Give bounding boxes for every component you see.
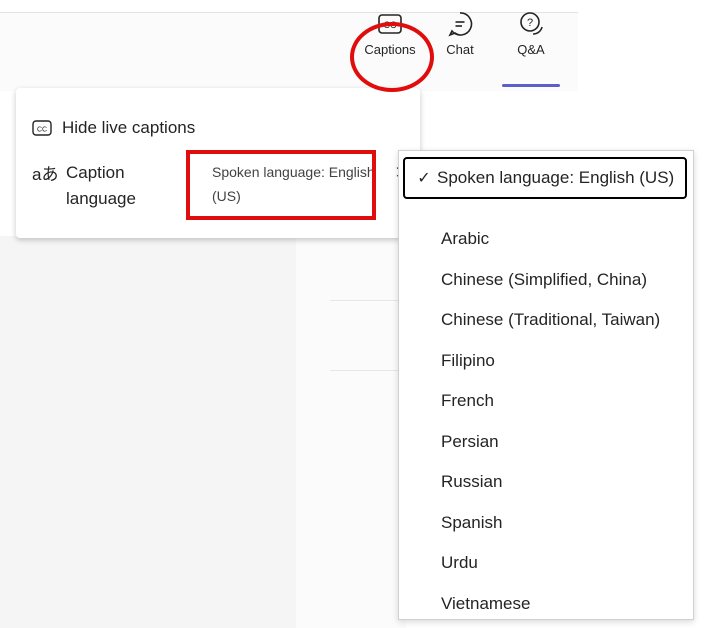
language-option-russian[interactable]: Russian <box>399 462 693 503</box>
background-panel-under <box>296 236 406 628</box>
language-option-urdu[interactable]: Urdu <box>399 543 693 584</box>
caption-language-label: Caption language <box>66 163 136 208</box>
hide-live-captions-item[interactable]: CC Hide live captions <box>32 118 195 138</box>
language-option-vietnamese[interactable]: Vietnamese <box>399 584 693 625</box>
language-option-persian[interactable]: Persian <box>399 422 693 463</box>
language-option-chinese-traditional[interactable]: Chinese (Traditional, Taiwan) <box>399 300 693 341</box>
active-tab-indicator <box>502 84 560 87</box>
checkmark-icon: ✓ <box>417 170 431 187</box>
language-option-chinese-simplified[interactable]: Chinese (Simplified, China) <box>399 260 693 301</box>
captions-icon: CC <box>32 120 52 136</box>
language-icon: aあ <box>32 165 59 184</box>
chat-button[interactable]: Chat <box>430 10 490 76</box>
annotation-circle <box>350 22 434 92</box>
language-option-french[interactable]: French <box>399 381 693 422</box>
background-panel <box>0 236 296 628</box>
annotation-rectangle <box>186 150 376 220</box>
divider <box>330 300 400 301</box>
language-dropdown: ✓ Spoken language: English (US) Arabic C… <box>398 150 694 620</box>
selected-language-label: Spoken language: English (US) <box>437 168 675 187</box>
language-option-spanish[interactable]: Spanish <box>399 503 693 544</box>
svg-text:CC: CC <box>37 127 47 134</box>
meeting-toolbar <box>0 12 578 91</box>
qa-icon: ? <box>520 12 543 35</box>
language-option-filipino[interactable]: Filipino <box>399 341 693 382</box>
language-option-arabic[interactable]: Arabic <box>399 219 693 260</box>
qa-label: Q&A <box>517 42 545 57</box>
language-list: Arabic Chinese (Simplified, China) Chine… <box>399 219 693 624</box>
chat-label: Chat <box>446 42 474 57</box>
selected-language-option[interactable]: ✓ Spoken language: English (US) <box>403 157 687 199</box>
qa-button[interactable]: ? Q&A <box>501 10 561 76</box>
hide-live-captions-label: Hide live captions <box>62 118 196 137</box>
svg-text:?: ? <box>527 17 533 29</box>
divider <box>330 370 400 371</box>
toolbar-right-area <box>578 0 704 82</box>
chat-icon <box>448 12 473 37</box>
